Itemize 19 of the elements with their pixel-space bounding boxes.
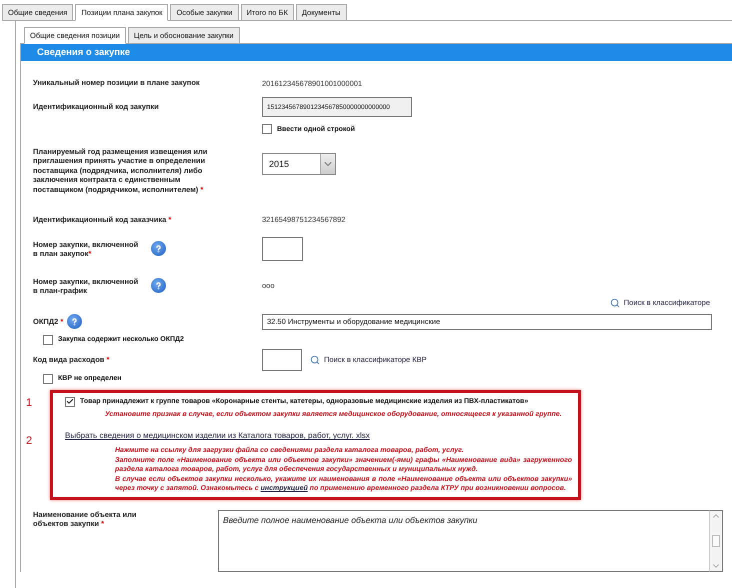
checkbox[interactable] bbox=[262, 124, 272, 134]
checkbox[interactable] bbox=[43, 374, 53, 384]
help-icon[interactable] bbox=[151, 241, 166, 256]
checkbox[interactable] bbox=[43, 334, 53, 345]
scrollbar[interactable] bbox=[709, 510, 723, 572]
catalog-link[interactable]: Выбрать сведения о медицинском изделии из Каталога товаров, работ, услуг. xlsx bbox=[65, 431, 370, 440]
help-icon[interactable] bbox=[67, 314, 82, 330]
input-field[interactable] bbox=[262, 348, 302, 371]
section-header: Сведения о закупке bbox=[21, 44, 732, 61]
step-number: 1 bbox=[26, 396, 32, 409]
search-icon bbox=[310, 354, 320, 365]
step-number: 2 bbox=[26, 434, 32, 447]
help-icon[interactable] bbox=[151, 278, 166, 294]
input-field[interactable] bbox=[262, 236, 303, 261]
year-select[interactable]: 2015 bbox=[262, 153, 336, 175]
scroll-thumb[interactable] bbox=[712, 534, 720, 546]
search-icon bbox=[610, 298, 620, 308]
text-area-field[interactable]: Введите полное наименование объекта или объектов закупки bbox=[218, 510, 709, 572]
checkbox[interactable] bbox=[65, 396, 75, 407]
